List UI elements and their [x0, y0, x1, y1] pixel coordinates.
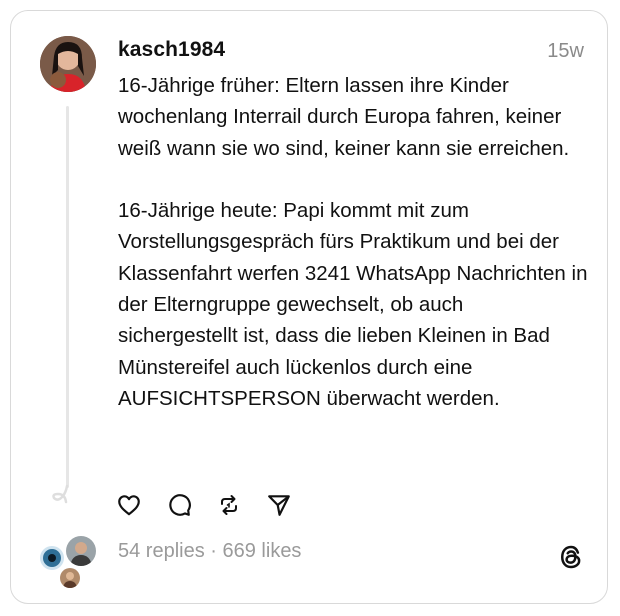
threads-logo-icon[interactable] — [556, 542, 586, 572]
author-avatar[interactable] — [40, 36, 96, 92]
replies-count[interactable]: 54 replies — [118, 540, 205, 562]
share-button[interactable] — [264, 490, 294, 520]
username[interactable]: kasch1984 — [118, 38, 225, 62]
repost-button[interactable] — [214, 490, 244, 520]
comment-icon — [169, 494, 191, 516]
replier-avatar — [64, 534, 98, 568]
post-timestamp: 15w — [547, 40, 584, 62]
post-actions — [114, 490, 294, 520]
send-icon — [268, 495, 290, 516]
likes-count[interactable]: 669 likes — [223, 540, 302, 562]
heart-icon — [118, 495, 140, 516]
thread-loop-icon — [52, 484, 69, 504]
stats-separator: · — [204, 540, 223, 562]
like-button[interactable] — [114, 490, 144, 520]
replier-avatars[interactable] — [38, 534, 102, 590]
replier-avatar — [58, 566, 82, 590]
post-stats: 54 replies · 669 likes — [118, 540, 301, 563]
repost-icon — [221, 495, 237, 515]
reply-button[interactable] — [164, 490, 194, 520]
post-text: 16-Jährige früher: Eltern lassen ihre Ki… — [118, 74, 588, 410]
thread-line — [66, 106, 69, 488]
